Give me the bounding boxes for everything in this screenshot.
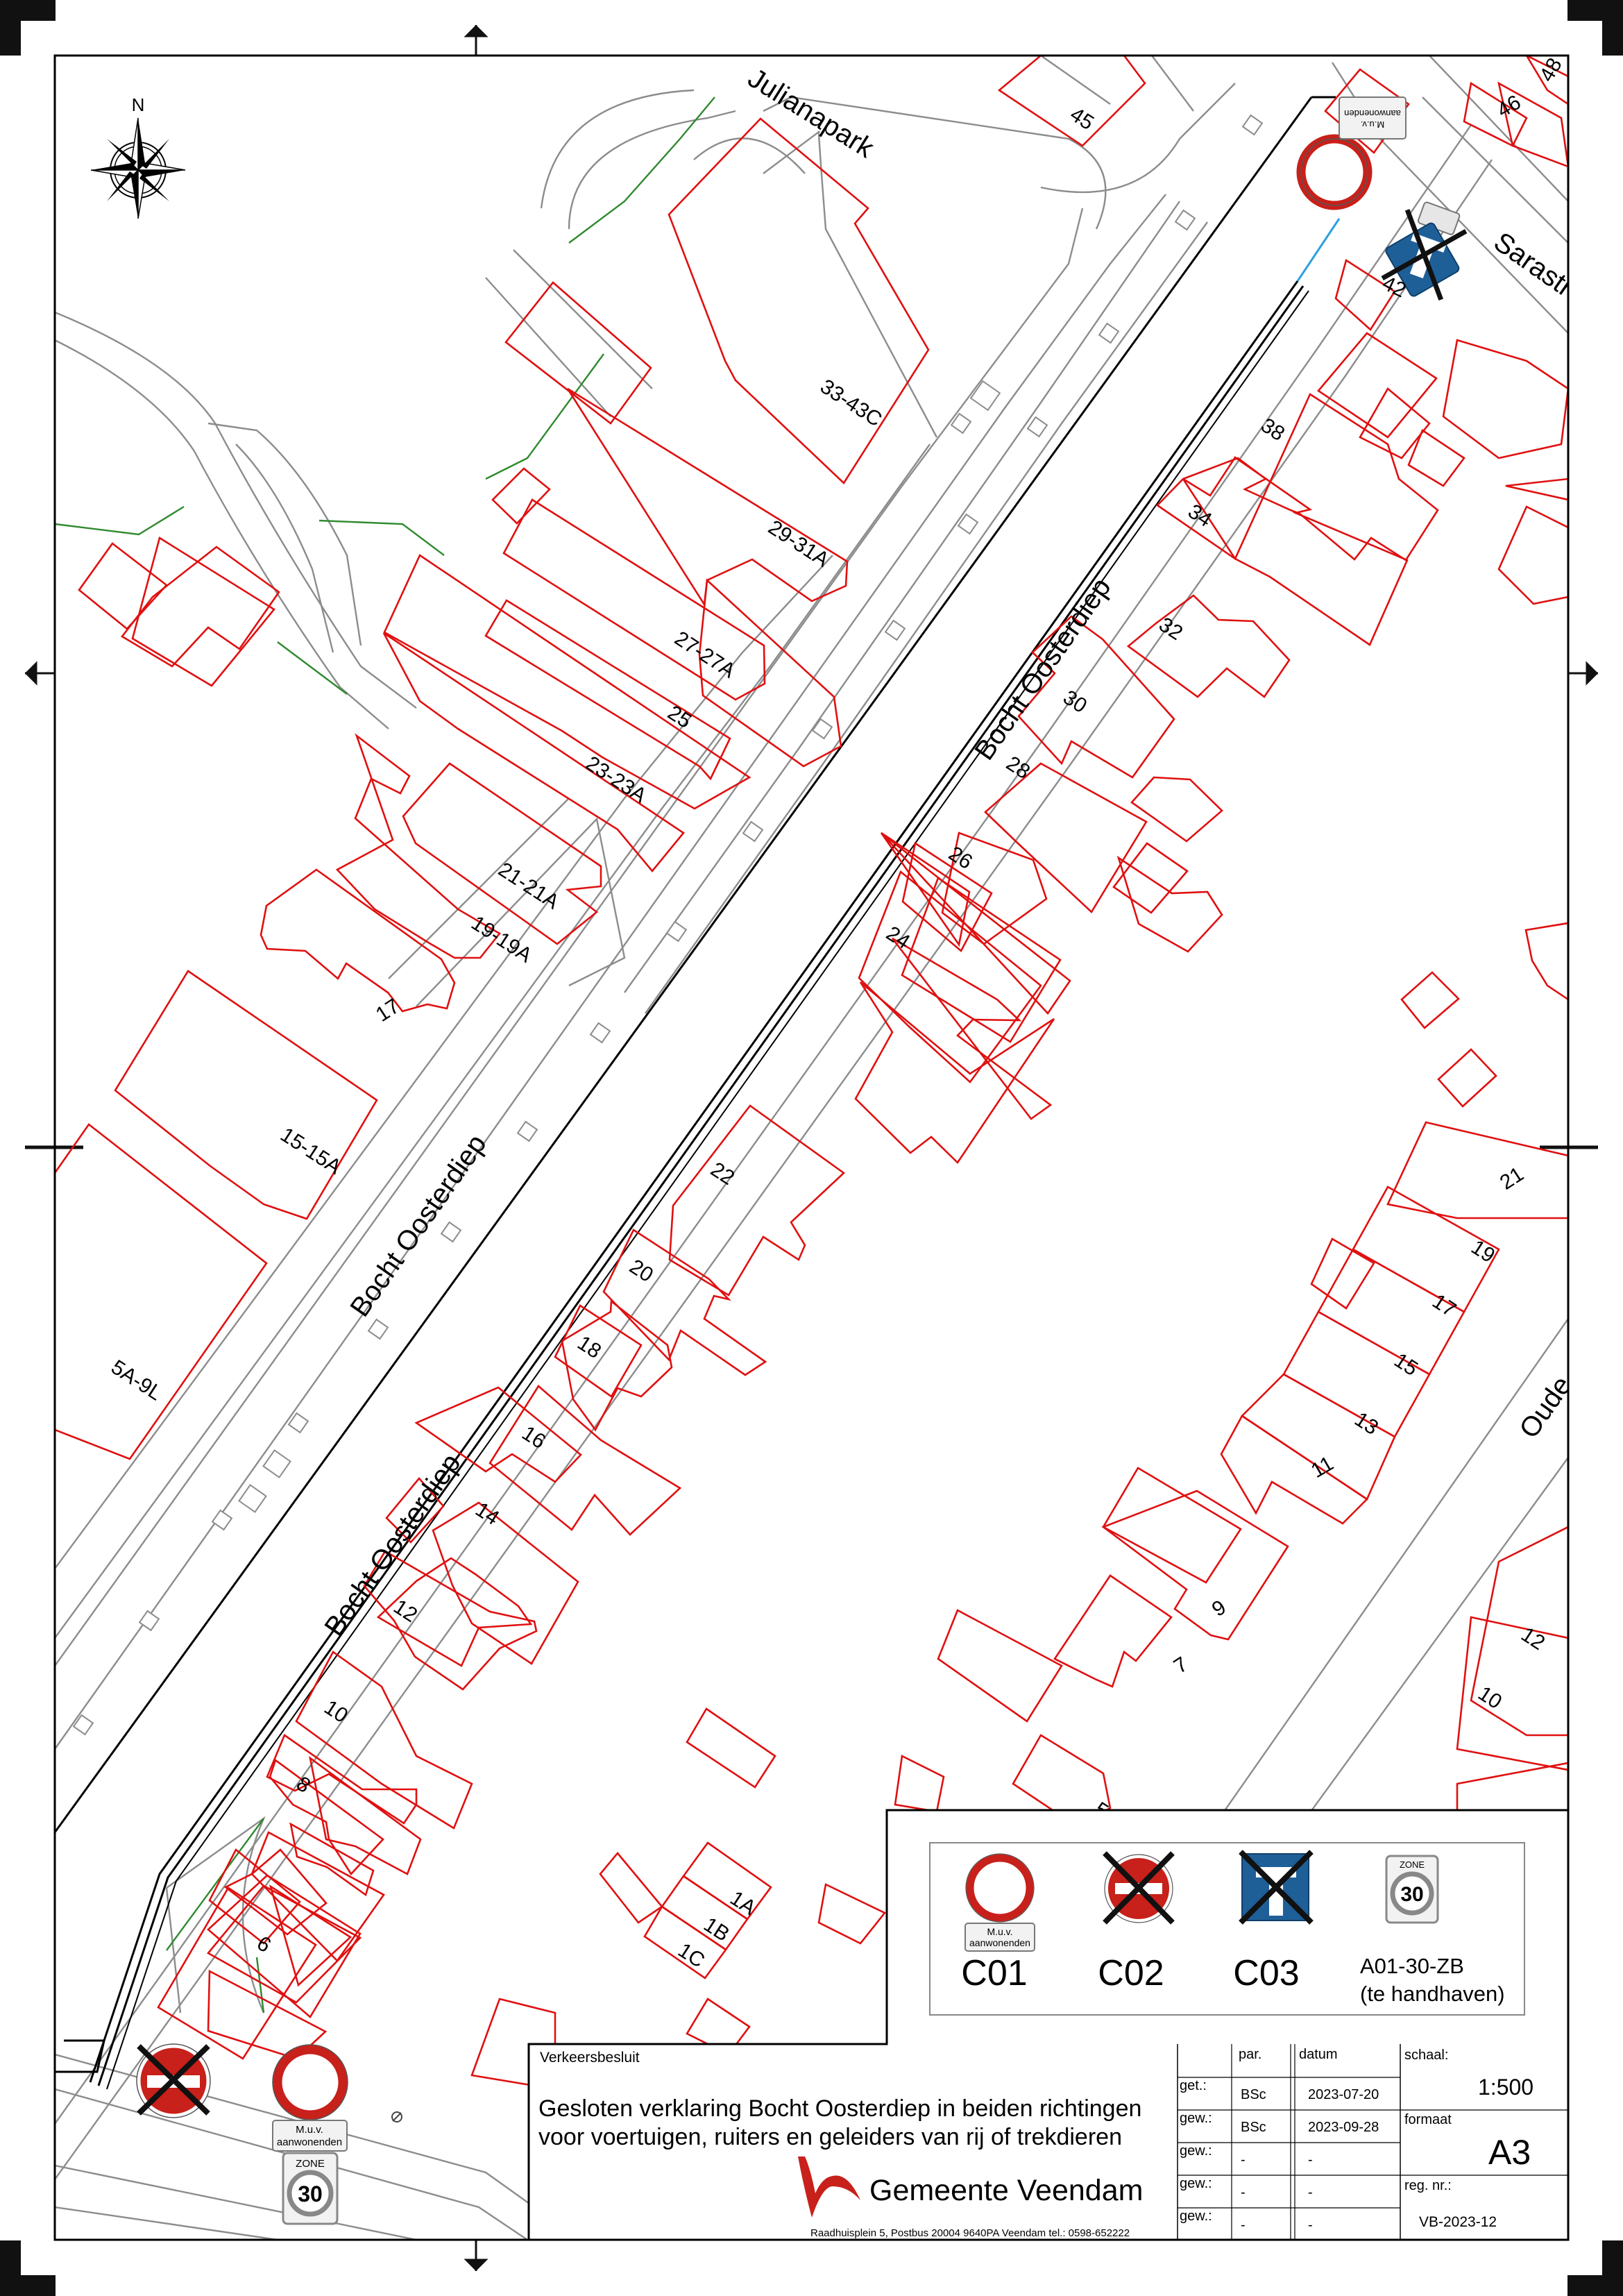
house-number: 32	[1155, 613, 1187, 645]
house-number: 20	[625, 1255, 657, 1287]
map-sign-c02-bottom	[136, 2043, 211, 2118]
legend-zone-speed: 30	[1400, 1883, 1423, 1906]
house-number: 21	[1496, 1163, 1528, 1195]
house-number: 15	[1390, 1349, 1422, 1381]
house-number-labels: 45 46 48 42 38 34 33-43C 29-31A 27-27A 2…	[107, 54, 1567, 1973]
house-number: 13	[1350, 1408, 1382, 1440]
legend-c01-plate-line2: aanwonenden	[969, 1937, 1030, 1948]
canal-edges	[55, 96, 1336, 2090]
house-number: 29-31A	[764, 516, 833, 571]
regnr-value: VB-2023-12	[1419, 2214, 1497, 2230]
legend-c01-sign-icon: M.u.v. aanwonenden	[965, 1853, 1035, 1952]
legend-zone30-sign-icon: ZONE 30	[1385, 1855, 1439, 1924]
legend-a01-sub: (te handhaven)	[1360, 1982, 1505, 2006]
org-name: Gemeente Veendam	[869, 2174, 1143, 2207]
row-datum: 2023-07-20	[1308, 2087, 1379, 2102]
legend-c03-code: C03	[1233, 1953, 1299, 1993]
map-sheet: M.u.v. aanwonenden M.u.v. aanwonenden ZO…	[0, 0, 1623, 2296]
house-number: 6	[253, 1932, 275, 1957]
row-label: gew.:	[1180, 2176, 1212, 2191]
house-number: 1A	[726, 1886, 760, 1920]
blue-line	[1296, 218, 1341, 282]
legend-c01-code: C01	[961, 1953, 1027, 1993]
legend-c01-plate-line1: M.u.v.	[987, 1926, 1012, 1937]
row-label: gew.:	[1180, 2143, 1212, 2159]
row-datum: -	[1308, 2185, 1313, 2200]
schaal-value: 1:500	[1478, 2075, 1533, 2100]
house-number: 27-27A	[670, 627, 739, 682]
row-label: get.:	[1180, 2078, 1207, 2093]
row-datum: -	[1308, 2152, 1313, 2168]
house-number: 11	[1307, 1452, 1337, 1483]
hedge-lines	[55, 96, 715, 2014]
house-number: 28	[1002, 752, 1034, 784]
row-par: BSc	[1241, 2120, 1266, 2135]
house-number: 19	[1467, 1235, 1499, 1267]
house-number: 7	[1170, 1653, 1192, 1678]
sign-plate-line1-b: M.u.v.	[296, 2124, 323, 2136]
map-sign-c01-top: M.u.v. aanwonenden	[1296, 96, 1407, 210]
row-datum: -	[1308, 2218, 1313, 2233]
house-number: 17	[372, 995, 404, 1027]
house-number: 33-43C	[816, 375, 886, 431]
house-number: 30	[1059, 686, 1091, 718]
legend-a01-code: A01-30-ZB	[1360, 1954, 1464, 1978]
house-number: 10	[320, 1696, 352, 1728]
regnr-label: reg. nr.:	[1404, 2178, 1452, 2193]
sign-plate-line2-b: aanwonenden	[277, 2136, 342, 2148]
house-number: 15-15A	[276, 1123, 345, 1179]
doc-type: Verkeersbesluit	[540, 2050, 640, 2066]
house-number: 1B	[699, 1913, 733, 1946]
zone-word: ZONE	[296, 2158, 325, 2170]
legend-c02-sign-icon	[1103, 1851, 1175, 1925]
small-tree-icon	[391, 2111, 402, 2122]
street-julianapark: Julianapark	[742, 62, 880, 164]
house-number: 9	[1208, 1596, 1230, 1621]
zone-speed: 30	[298, 2181, 323, 2206]
map-sign-c01-bottom: M.u.v. aanwonenden ZONE 30	[272, 2044, 348, 2225]
row-par: -	[1241, 2185, 1246, 2200]
house-number: 26	[944, 842, 976, 874]
street-bocht-oosterdiep-right: Bocht Oosterdiep	[969, 573, 1116, 766]
compass-rose: N	[90, 94, 186, 219]
legend-c03-sign-icon	[1239, 1850, 1314, 1925]
house-number: 25	[663, 701, 695, 733]
col-datum: datum	[1299, 2047, 1338, 2062]
legend-zone-word: ZONE	[1400, 1859, 1425, 1870]
schaal-label: schaal:	[1404, 2048, 1448, 2063]
house-number: 45	[1066, 103, 1098, 135]
house-number: 10	[1474, 1682, 1506, 1714]
buildings	[55, 56, 1568, 2091]
house-number: 19-19A	[467, 911, 536, 967]
legend-c02-code: C02	[1098, 1953, 1164, 1993]
road-markers	[72, 114, 1264, 1736]
title-line2: voor voertuigen, ruiters en geleiders va…	[538, 2124, 1122, 2150]
org-address: Raadhuisplein 5, Postbus 20004 9640PA Ve…	[810, 2227, 1130, 2239]
row-label: gew.:	[1180, 2209, 1212, 2224]
row-label: gew.:	[1180, 2111, 1212, 2126]
row-datum: 2023-09-28	[1308, 2120, 1379, 2135]
sign-plate-line1: M.u.v.	[1361, 119, 1384, 130]
row-par: BSc	[1241, 2087, 1266, 2102]
col-par: par.	[1239, 2047, 1261, 2062]
house-number: 38	[1257, 414, 1289, 446]
row-par: -	[1241, 2152, 1246, 2168]
row-par: -	[1241, 2218, 1246, 2233]
sign-plate-line2: aanwonenden	[1344, 108, 1401, 119]
formaat-value: A3	[1488, 2133, 1531, 2172]
title-line1: Gesloten verklaring Bocht Oosterdiep in …	[538, 2095, 1141, 2122]
house-number: 48	[1535, 54, 1566, 85]
formaat-label: formaat	[1404, 2112, 1452, 2127]
house-number: 22	[706, 1158, 738, 1190]
compass-north-label: N	[132, 94, 145, 115]
house-number: 1C	[674, 1939, 708, 1973]
house-number: 5A-9L	[107, 1356, 166, 1405]
